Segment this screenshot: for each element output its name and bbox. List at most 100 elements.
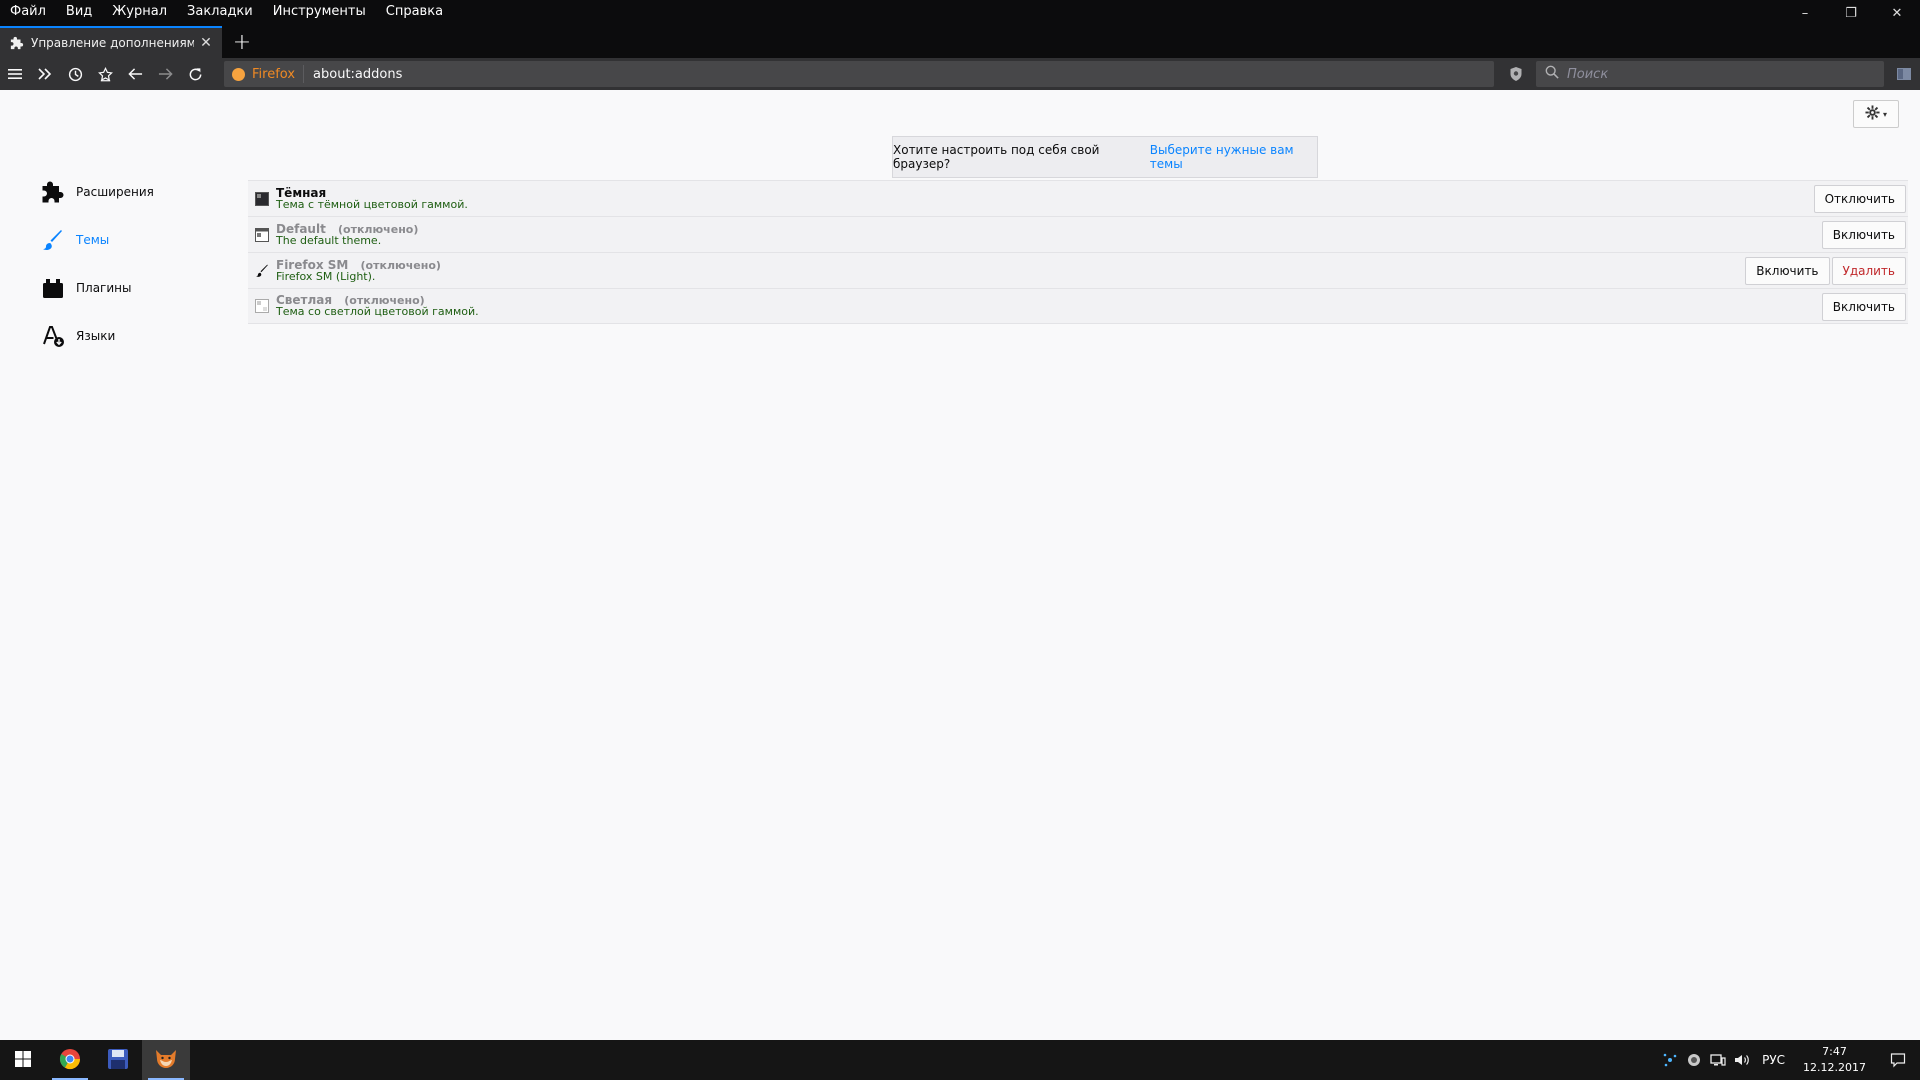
disable-button[interactable]: Отключить (1813, 185, 1906, 213)
sidebar-toggle-icon[interactable] (1894, 64, 1914, 84)
theme-item-light[interactable]: Светлая (отключено) Тема со светлой цвет… (248, 288, 1908, 324)
back-arrow-icon[interactable] (120, 60, 150, 88)
theme-name-row: Firefox SM (отключено) (276, 259, 441, 271)
start-button[interactable] (0, 1040, 46, 1080)
forward-arrow-icon[interactable] (150, 60, 180, 88)
theme-name-row: Default (отключено) (276, 223, 418, 235)
themes-notice: Хотите настроить под себя свой браузер? … (892, 136, 1318, 178)
brush-icon (40, 227, 66, 253)
system-tray: РУС 7:47 12.12.2017 (1658, 1040, 1920, 1080)
fox-browser-icon (154, 1048, 178, 1073)
taskbar-save-app[interactable] (94, 1040, 142, 1080)
app-tray-icon[interactable] (1682, 1040, 1706, 1080)
category-languages[interactable]: Языки (40, 312, 240, 360)
brush-icon (255, 264, 269, 278)
theme-text: Default (отключено) The default theme. (276, 223, 418, 247)
enable-button[interactable]: Включить (1745, 257, 1830, 285)
theme-description: Тема с тёмной цветовой гаммой. (276, 197, 468, 211)
enable-button[interactable]: Включить (1821, 221, 1906, 249)
clock[interactable]: 7:47 12.12.2017 (1793, 1044, 1876, 1076)
nav-bar: Firefox about:addons (0, 58, 1920, 90)
theme-description: Тема со светлой цветовой гаммой. (276, 305, 479, 318)
get-themes-link[interactable]: Выберите нужные вам темы (1150, 143, 1317, 171)
firefox-icon (232, 67, 245, 81)
notification-center-icon[interactable] (1876, 1040, 1920, 1080)
floppy-disk-icon (107, 1048, 129, 1073)
volume-icon[interactable] (1730, 1040, 1754, 1080)
clock-time: 7:47 (1822, 1045, 1847, 1058)
theme-actions: Включить Удалить (1745, 257, 1906, 285)
puzzle-icon (9, 35, 25, 51)
shield-icon[interactable] (1504, 63, 1528, 85)
url-text[interactable]: about:addons (313, 67, 402, 82)
category-label: Плагины (76, 281, 132, 295)
url-bar[interactable]: Firefox about:addons (224, 61, 1494, 87)
theme-actions: Включить (1821, 293, 1906, 321)
network-activity-icon[interactable] (1658, 1040, 1682, 1080)
menu-hamburger-icon[interactable] (0, 60, 30, 88)
new-tab-button[interactable]: + (228, 28, 256, 56)
category-list: Расширения Темы Плагины Языки (40, 168, 240, 360)
enable-button[interactable]: Включить (1821, 293, 1906, 321)
menu-file[interactable]: Файл (0, 0, 56, 26)
theme-text: Тёмная Тема с тёмной цветовой гаммой. (276, 187, 468, 211)
gear-icon (1865, 104, 1880, 124)
bookmarks-star-icon[interactable] (90, 60, 120, 88)
chevron-down-icon: ▾ (1882, 109, 1887, 119)
category-label: Языки (76, 329, 116, 343)
category-label: Расширения (76, 185, 154, 199)
category-plugins[interactable]: Плагины (40, 264, 240, 312)
close-window-button[interactable]: ✕ (1874, 0, 1920, 26)
restore-button[interactable]: ❐ (1828, 0, 1874, 26)
taskbar: РУС 7:47 12.12.2017 (0, 1040, 1920, 1080)
category-extensions[interactable]: Расширения (40, 168, 240, 216)
taskbar-browser-app[interactable] (142, 1040, 190, 1080)
search-input[interactable] (1567, 66, 1867, 82)
theme-text: Светлая (отключено) Тема со светлой цвет… (276, 294, 479, 318)
identity-label: Firefox (252, 66, 296, 82)
notice-text: Хотите настроить под себя свой браузер? (893, 143, 1100, 171)
tab-title: Управление дополнениями (31, 36, 194, 50)
puzzle-icon (40, 179, 66, 205)
chrome-icon (59, 1048, 81, 1073)
category-themes[interactable]: Темы (40, 216, 240, 264)
minimize-button[interactable]: – (1782, 0, 1828, 26)
theme-actions: Включить (1821, 221, 1906, 249)
identity-box[interactable]: Firefox (224, 65, 305, 83)
tab-strip: Управление дополнениями ✕ + (0, 26, 1920, 58)
language-icon (40, 323, 66, 349)
windows-logo-icon (15, 1050, 31, 1070)
window-controls: – ❐ ✕ (1782, 0, 1920, 26)
theme-name-row: Тёмная (276, 187, 468, 199)
dark-theme-icon (255, 191, 269, 206)
menu-history[interactable]: Журнал (102, 0, 177, 26)
theme-description: The default theme. (276, 233, 382, 247)
menu-view[interactable]: Вид (56, 0, 102, 26)
category-label: Темы (76, 233, 110, 247)
theme-item-dark[interactable]: Тёмная Тема с тёмной цветовой гаммой. От… (248, 180, 1908, 216)
tools-menu-button[interactable]: ▾ (1853, 100, 1899, 128)
remove-button[interactable]: Удалить (1831, 257, 1906, 285)
search-bar[interactable] (1536, 61, 1884, 87)
network-icon[interactable] (1706, 1040, 1730, 1080)
menu-tools[interactable]: Инструменты (263, 0, 376, 26)
theme-item-firefox-sm[interactable]: Firefox SM (отключено) Firefox SM (Light… (248, 252, 1908, 288)
tab-addons-manager[interactable]: Управление дополнениями ✕ (0, 26, 222, 58)
theme-description: Firefox SM (Light). (276, 269, 376, 283)
close-tab-icon[interactable]: ✕ (194, 31, 218, 55)
theme-text: Firefox SM (отключено) Firefox SM (Light… (276, 259, 441, 283)
clock-date: 12.12.2017 (1803, 1061, 1866, 1074)
plugin-icon (40, 275, 66, 301)
history-icon[interactable] (60, 60, 90, 88)
reload-icon[interactable] (180, 60, 210, 88)
light-theme-icon (255, 299, 269, 313)
taskbar-chrome-app[interactable] (46, 1040, 94, 1080)
search-icon (1545, 65, 1559, 83)
menu-bookmarks[interactable]: Закладки (177, 0, 263, 26)
input-language[interactable]: РУС (1754, 1053, 1793, 1067)
overflow-chevron-icon[interactable] (30, 60, 60, 88)
menu-help[interactable]: Справка (376, 0, 453, 26)
addons-manager-content: ▾ Расширения Темы Плагины Языки Хотите н… (0, 90, 1920, 1040)
theme-item-default[interactable]: Default (отключено) The default theme. В… (248, 216, 1908, 252)
menu-bar: Файл Вид Журнал Закладки Инструменты Спр… (0, 0, 1920, 26)
